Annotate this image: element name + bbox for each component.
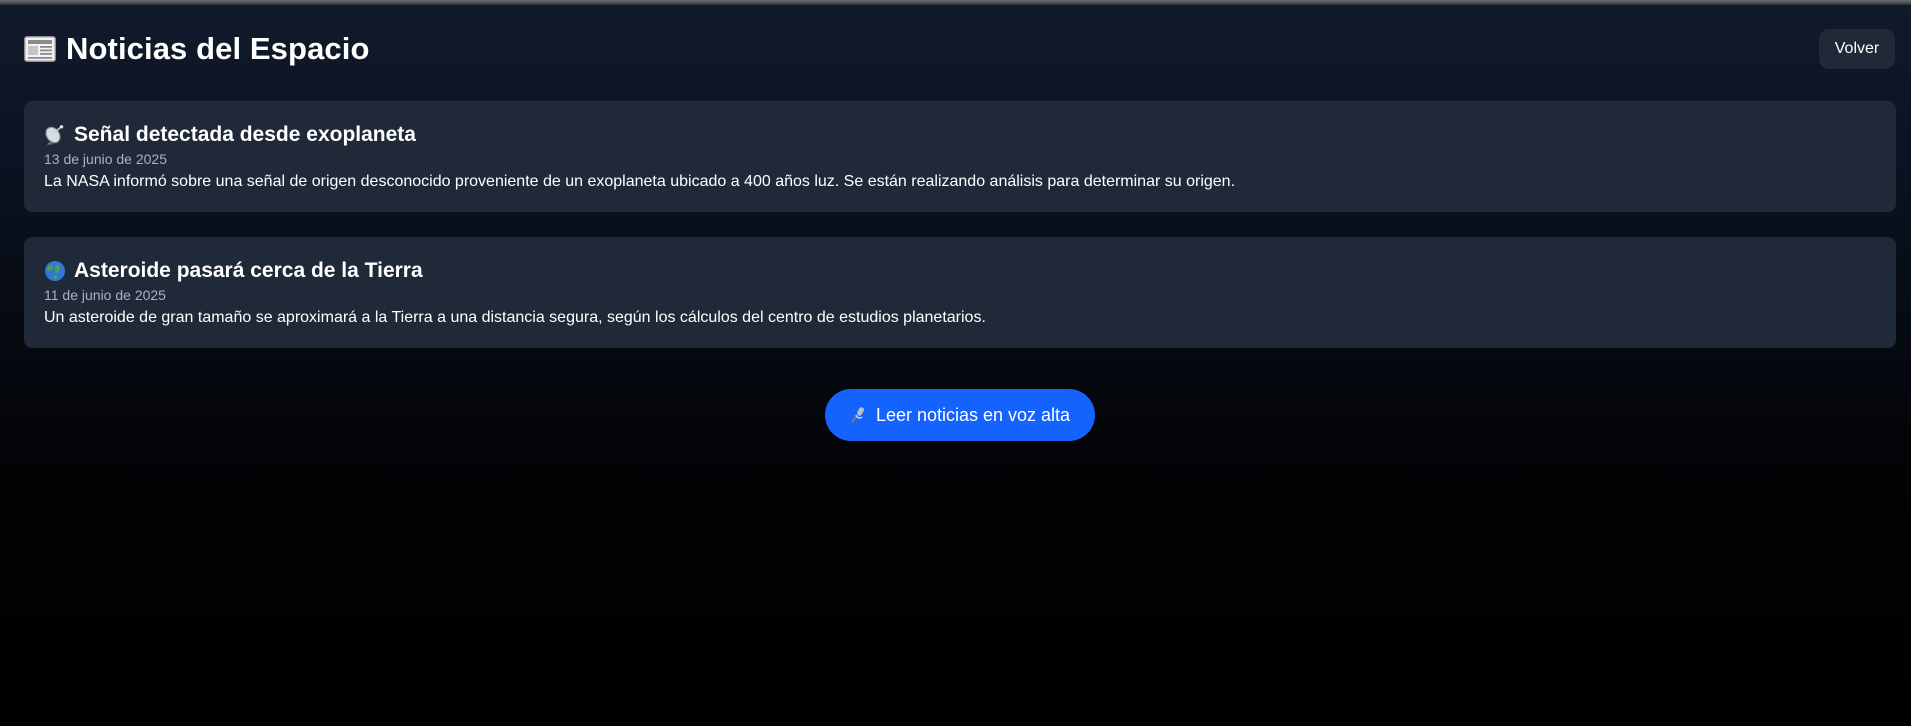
- news-card: Asteroide pasará cerca de la Tierra 11 d…: [24, 237, 1896, 348]
- news-body: La NASA informó sobre una señal de orige…: [44, 173, 1236, 190]
- news-date: 11 de junio de 2025: [44, 287, 166, 303]
- title-group: Noticias del Espacio: [24, 31, 370, 67]
- news-title: Señal detectada desde exoplaneta: [74, 123, 416, 146]
- read-news-aloud-button[interactable]: Leer noticias en voz alta: [825, 389, 1095, 441]
- back-button[interactable]: Volver: [1819, 29, 1895, 69]
- browser-top-strip: [0, 0, 1911, 5]
- read-news-aloud-label: Leer noticias en voz alta: [875, 404, 1071, 425]
- earth-globe-icon: [44, 260, 66, 282]
- page-header: Noticias del Espacio Volver: [24, 28, 1895, 70]
- news-title: Asteroide pasará cerca de la Tierra: [74, 259, 423, 282]
- microphone-icon: [850, 405, 868, 425]
- newspaper-icon: [24, 34, 56, 64]
- news-list: Señal detectada desde exoplaneta 13 de j…: [24, 101, 1896, 348]
- satellite-dish-icon: [44, 124, 66, 146]
- news-title-row: Señal detectada desde exoplaneta: [44, 121, 1876, 149]
- news-title-row: Asteroide pasará cerca de la Tierra: [44, 257, 1876, 285]
- news-body: Un asteroide de gran tamaño se aproximar…: [44, 309, 986, 326]
- news-date: 13 de junio de 2025: [44, 151, 167, 167]
- page-title: Noticias del Espacio: [66, 31, 370, 66]
- news-card: Señal detectada desde exoplaneta 13 de j…: [24, 101, 1896, 212]
